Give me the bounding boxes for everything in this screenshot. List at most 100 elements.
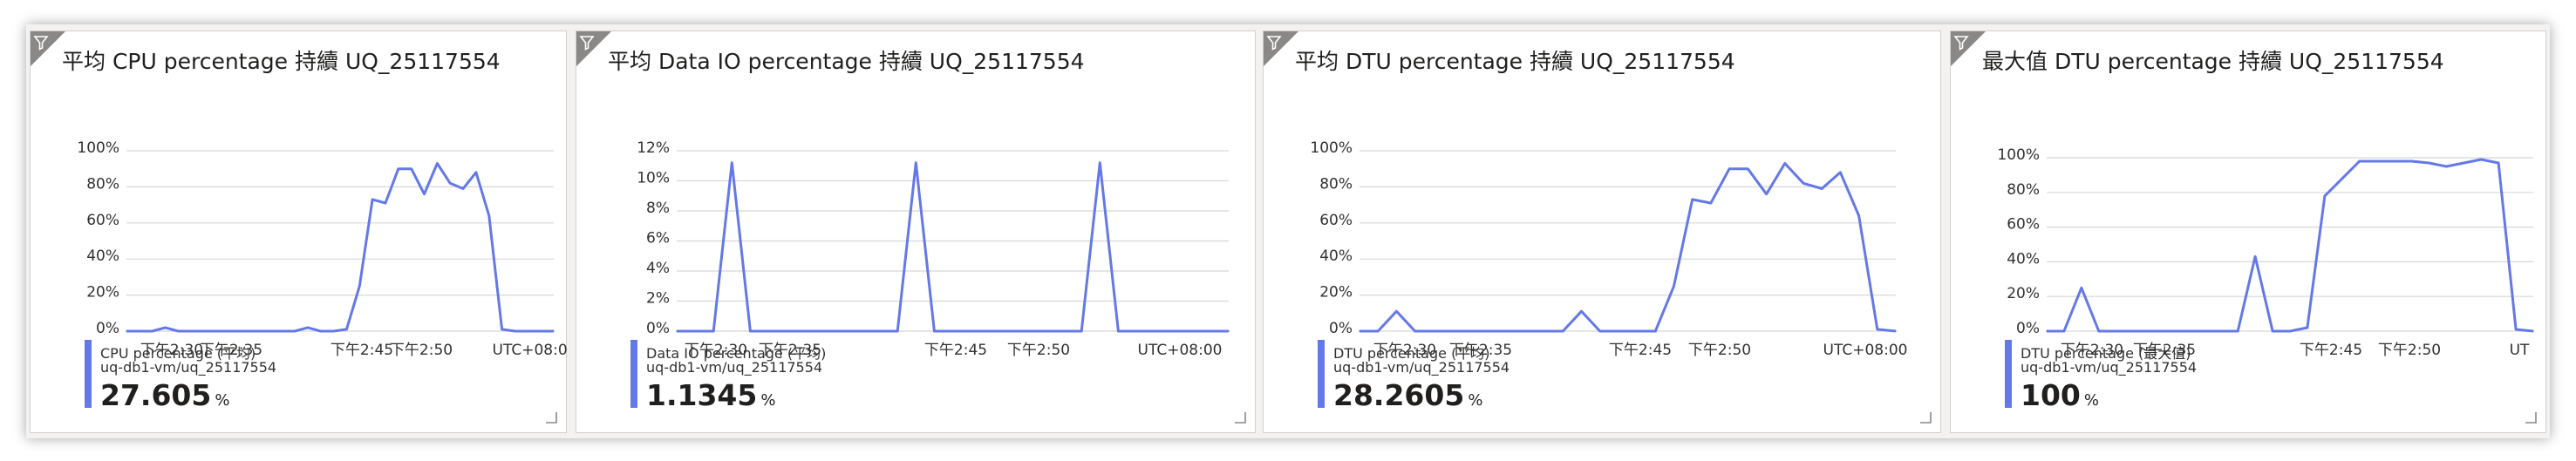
data-point [398, 167, 399, 170]
data-point [255, 330, 257, 332]
legend-summary-value: 28.2605% [1333, 378, 1482, 412]
data-point [540, 330, 542, 332]
data-point [410, 167, 412, 170]
chart-tile-1[interactable]: 0% 20% 40% 60% 80% 100% 下午2:30 下午2:35 下午2:45 下午2:… [30, 31, 568, 433]
legend-resource: uq-db1-vm/uq_25117554 [2021, 359, 2198, 376]
data-point [268, 330, 270, 332]
data-point [2532, 330, 2534, 332]
summary-unit: % [1468, 391, 1483, 410]
y-tick-label: 60% [86, 212, 119, 229]
legend-color-bar [2005, 340, 2012, 408]
tile-title[interactable]: 平均 Data IO percentage 持續 UQ_25117554 [608, 47, 1085, 77]
timezone-label: UTC+08:00 [1823, 342, 1908, 359]
data-point [281, 330, 283, 332]
data-point [1117, 330, 1120, 332]
series-line[interactable] [2047, 158, 2534, 333]
data-point [1099, 162, 1101, 164]
data-point [2358, 160, 2361, 162]
y-tick-label: 8% [646, 200, 670, 217]
y-tick-label: 2% [646, 290, 670, 308]
data-point [804, 330, 807, 332]
data-point [933, 330, 936, 332]
data-point [553, 330, 555, 332]
series-line[interactable] [1360, 162, 1897, 333]
tile-title[interactable]: 平均 DTU percentage 持續 UQ_25117554 [1295, 47, 1735, 77]
data-point [514, 330, 516, 332]
data-point [1080, 330, 1082, 332]
data-point [2445, 166, 2448, 167]
data-point [190, 330, 193, 332]
data-point [860, 330, 862, 332]
chart-tile-2[interactable]: 0% 2% 4% 6% 8% 10% 12% 下午2:30 下午2:35 下午2:45 下午2:50… [576, 31, 1256, 433]
summary-unit: % [2083, 391, 2099, 410]
data-point [676, 330, 678, 332]
data-point [1062, 330, 1064, 332]
x-tick-label: 下午2:50 [1688, 342, 1751, 359]
legend-summary-value: 1.1345% [646, 378, 775, 412]
data-point [1395, 310, 1398, 313]
series-line[interactable] [126, 162, 554, 333]
data-point [1747, 167, 1749, 170]
data-point [1839, 172, 1842, 173]
y-tick-label: 20% [2007, 285, 2040, 302]
data-point [2202, 330, 2205, 332]
line-chart: 0%20%40%60%80%100%下午2:30下午2:35下午2:45下午2:… [1310, 139, 1908, 359]
legend-color-bar [1318, 340, 1325, 408]
data-point [1525, 330, 1527, 332]
timezone-label: UTC+08:00 [1138, 342, 1223, 359]
data-point [1544, 330, 1545, 332]
data-point [1469, 330, 1472, 332]
data-point [203, 330, 205, 332]
data-point [1044, 330, 1046, 332]
resize-handle-icon[interactable] [1919, 411, 1932, 424]
data-point [970, 330, 972, 332]
filter-icon[interactable] [1951, 31, 1986, 66]
filter-icon[interactable] [576, 31, 611, 66]
data-point [2081, 287, 2082, 289]
data-point [823, 330, 825, 332]
data-point [358, 285, 361, 288]
data-point [1821, 187, 1823, 190]
data-point [2219, 330, 2222, 332]
data-point [319, 330, 322, 332]
filter-icon[interactable] [1264, 31, 1298, 66]
filter-icon[interactable] [31, 31, 65, 66]
data-point [951, 330, 954, 332]
data-point [1451, 330, 1453, 332]
data-point [1765, 193, 1768, 195]
y-tick-label: 4% [646, 260, 670, 277]
data-point [332, 330, 335, 332]
chart-tile-3[interactable]: 0% 20% 40% 60% 80% 100% 下午2:30 下午2:35 下午2:45 下午2:… [1263, 31, 1941, 433]
legend-summary-value: 27.605% [100, 378, 229, 412]
data-point [475, 172, 477, 173]
data-point [242, 330, 244, 332]
data-point [1636, 330, 1638, 332]
y-tick-label: 80% [1319, 175, 1353, 193]
summary-number: 1.1345 [646, 378, 758, 412]
data-point [1135, 330, 1138, 332]
data-point [712, 330, 714, 332]
y-tick-label: 0% [96, 320, 119, 337]
data-point [126, 330, 127, 332]
series-line[interactable] [677, 161, 1229, 333]
data-point [2046, 330, 2048, 332]
data-point [842, 330, 843, 332]
data-point [731, 162, 733, 164]
resize-handle-icon[interactable] [1234, 411, 1246, 424]
data-point [2375, 160, 2378, 162]
data-point [1710, 202, 1712, 204]
tile-title[interactable]: 最大值 DTU percentage 持續 UQ_25117554 [1982, 47, 2444, 77]
y-tick-label: 80% [2007, 181, 2040, 199]
resize-handle-icon[interactable] [2525, 411, 2537, 424]
data-point [2324, 194, 2326, 197]
data-point [1172, 330, 1175, 332]
timezone-label: UT [2510, 342, 2530, 359]
data-point [385, 202, 386, 204]
tile-title[interactable]: 平均 CPU percentage 持續 UQ_25117554 [62, 47, 501, 77]
data-point [1691, 199, 1693, 200]
chart-tile-4[interactable]: 0% 20% 40% 60% 80% 100% 下午2:30 下午2:35 下午2:45 下午2:… [1950, 31, 2546, 433]
y-tick-label: 40% [86, 247, 119, 265]
resize-handle-icon[interactable] [545, 411, 557, 424]
data-point [2498, 162, 2499, 164]
data-point [1673, 285, 1675, 288]
